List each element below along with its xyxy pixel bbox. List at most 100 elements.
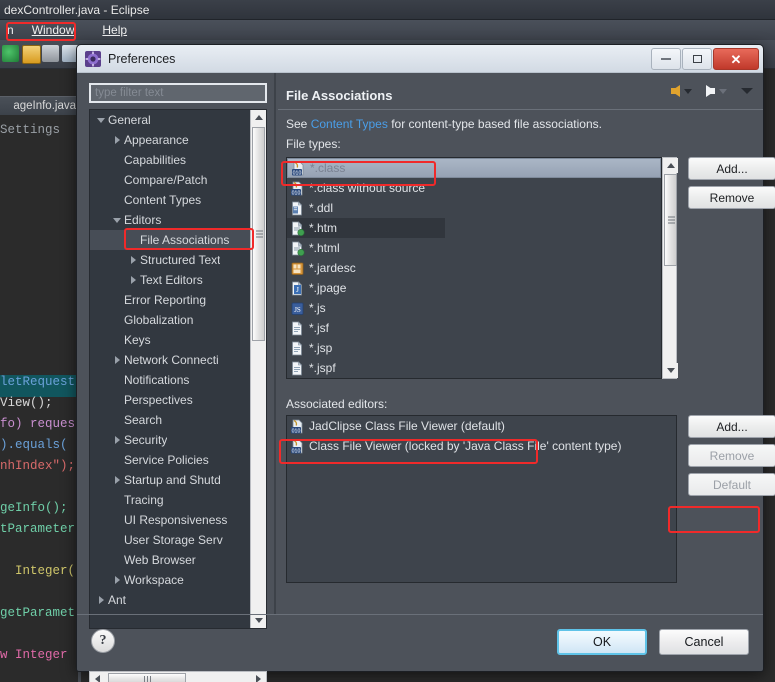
ide-menubar[interactable]: n Window Help [0,20,775,40]
file-types-scroll-up-icon[interactable] [663,158,678,173]
add-editor-label: Add... [716,419,748,434]
chevron-right-icon[interactable] [126,276,140,284]
chevron-right-icon[interactable] [110,576,124,584]
chevron-down-icon[interactable] [110,217,124,223]
chevron-down-icon[interactable] [94,117,108,123]
view-menu-chevron-down-icon[interactable] [741,88,753,94]
tree-vertical-scrollbar[interactable] [250,110,266,628]
file-type-row[interactable]: *.ddl [287,198,661,218]
back-chevron-down-icon[interactable] [684,88,692,94]
sidebar-item-general[interactable]: General [90,110,251,130]
ide-editor-tab[interactable]: ageInfo.java [0,96,78,115]
forward-arrow-icon[interactable] [706,85,715,97]
file-type-row[interactable]: *.jardesc [287,258,661,278]
sidebar-item-label: Workspace [124,573,184,587]
file-types-scrollbar[interactable] [662,157,678,379]
file-types-list[interactable]: 010 *.class 010 *.class without source *.ddl… [286,157,662,379]
menu-item-n[interactable]: n [0,22,21,38]
associated-editor-row[interactable]: 010 Class File Viewer (locked by 'Java Cl… [287,436,676,456]
close-button[interactable]: ✕ [713,48,759,70]
chevron-right-icon[interactable] [110,436,124,444]
sidebar-item-service-policies[interactable]: Service Policies [90,450,251,470]
add-file-type-label: Add... [716,161,748,176]
sidebar-item-error-reporting[interactable]: Error Reporting [90,290,251,310]
file-type-row[interactable]: JS *.js [287,298,661,318]
tree-hscroll-thumb[interactable] [108,673,186,682]
menu-item-window[interactable]: Window [25,22,82,38]
code-line: fo) reques [0,417,76,431]
minimize-button[interactable] [651,48,681,70]
chevron-right-icon[interactable] [110,476,124,484]
file-types-scroll-thumb[interactable] [664,174,677,266]
content-types-link[interactable]: Content Types [311,117,388,131]
remove-editor-button[interactable]: Remove [688,444,775,467]
tree-horizontal-scrollbar[interactable] [89,671,267,682]
sidebar-item-ant[interactable]: Ant [90,590,251,610]
tree-scroll-up-icon[interactable] [251,110,266,125]
file-type-row[interactable]: *.html [287,238,661,258]
sidebar-item-text-editors[interactable]: Text Editors [90,270,251,290]
page-nav[interactable] [671,85,753,97]
file-type-row[interactable]: *.jsf [287,318,661,338]
toolbar-icon-debug[interactable] [42,45,59,62]
file-types-scroll-down-icon[interactable] [663,363,678,378]
sidebar-item-network-connecti[interactable]: Network Connecti [90,350,251,370]
file-type-row[interactable]: *.jspf [287,358,661,378]
sidebar-item-security[interactable]: Security [90,430,251,450]
sidebar-item-appearance[interactable]: Appearance [90,130,251,150]
add-file-type-button[interactable]: Add... [688,157,775,180]
sidebar-item-search[interactable]: Search [90,410,251,430]
sidebar-item-ui-responsiveness[interactable]: UI Responsiveness [90,510,251,530]
toolbar-icon-run[interactable] [22,45,41,64]
sidebar-item-user-storage-serv[interactable]: User Storage Serv [90,530,251,550]
chevron-right-icon[interactable] [126,256,140,264]
sidebar-item-content-types[interactable]: Content Types [90,190,251,210]
restore-button[interactable] [682,48,712,70]
tree-scroll-thumb[interactable] [252,127,265,341]
sidebar-item-structured-text[interactable]: Structured Text [90,250,251,270]
file-type-row[interactable]: *.htm [287,218,445,238]
chevron-right-icon[interactable] [110,136,124,144]
sidebar-item-file-associations[interactable]: File Associations [90,230,251,250]
sidebar-item-editors[interactable]: Editors [90,210,251,230]
tree-hscroll-left-icon[interactable] [90,672,105,682]
file-type-row[interactable]: 010 *.class [287,158,661,178]
dialog-titlebar[interactable]: Preferences ✕ [77,45,763,73]
preferences-tree[interactable]: General Appearance Capabilities Compare/Pat… [89,109,267,629]
sidebar-item-perspectives[interactable]: Perspectives [90,390,251,410]
default-editor-button[interactable]: Default [688,473,775,496]
window-controls[interactable]: ✕ [651,48,759,70]
js-file-icon: JS [290,301,305,316]
add-editor-button[interactable]: Add... [688,415,775,438]
help-icon[interactable]: ? [91,629,115,653]
filter-input[interactable]: type filter text [89,83,267,103]
sidebar-item-capabilities[interactable]: Capabilities [90,150,251,170]
back-arrow-icon[interactable] [671,85,680,97]
sidebar-item-compare-patch[interactable]: Compare/Patch [90,170,251,190]
file-type-row[interactable]: J *.jpage [287,278,661,298]
forward-chevron-down-icon[interactable] [719,88,727,94]
ok-button[interactable]: OK [557,629,647,655]
tree-hscroll-right-icon[interactable] [251,672,266,682]
associated-editors-list[interactable]: 010 JadClipse Class File Viewer (default)… [286,415,677,583]
sidebar-item-notifications[interactable]: Notifications [90,370,251,390]
cancel-button[interactable]: Cancel [659,629,749,655]
sidebar-item-tracing[interactable]: Tracing [90,490,251,510]
sidebar-item-keys[interactable]: Keys [90,330,251,350]
file-type-row[interactable]: 010 *.class without source [287,178,661,198]
file-type-row[interactable]: *.jsp [287,338,661,358]
sidebar-item-globalization[interactable]: Globalization [90,310,251,330]
sidebar-item-startup-and-shutd[interactable]: Startup and Shutd [90,470,251,490]
remove-file-type-button[interactable]: Remove [688,186,775,209]
sidebar-item-label: Perspectives [124,393,193,407]
sidebar-item-workspace[interactable]: Workspace [90,570,251,590]
sidebar-item-web-browser[interactable]: Web Browser [90,550,251,570]
chevron-right-icon[interactable] [94,596,108,604]
menu-item-help[interactable]: Help [95,22,134,38]
dialog-splitter[interactable] [274,73,276,615]
associated-editor-row[interactable]: 010 JadClipse Class File Viewer (default) [287,416,676,436]
toolbar-icon-1[interactable] [2,45,19,62]
chevron-right-icon[interactable] [110,356,124,364]
